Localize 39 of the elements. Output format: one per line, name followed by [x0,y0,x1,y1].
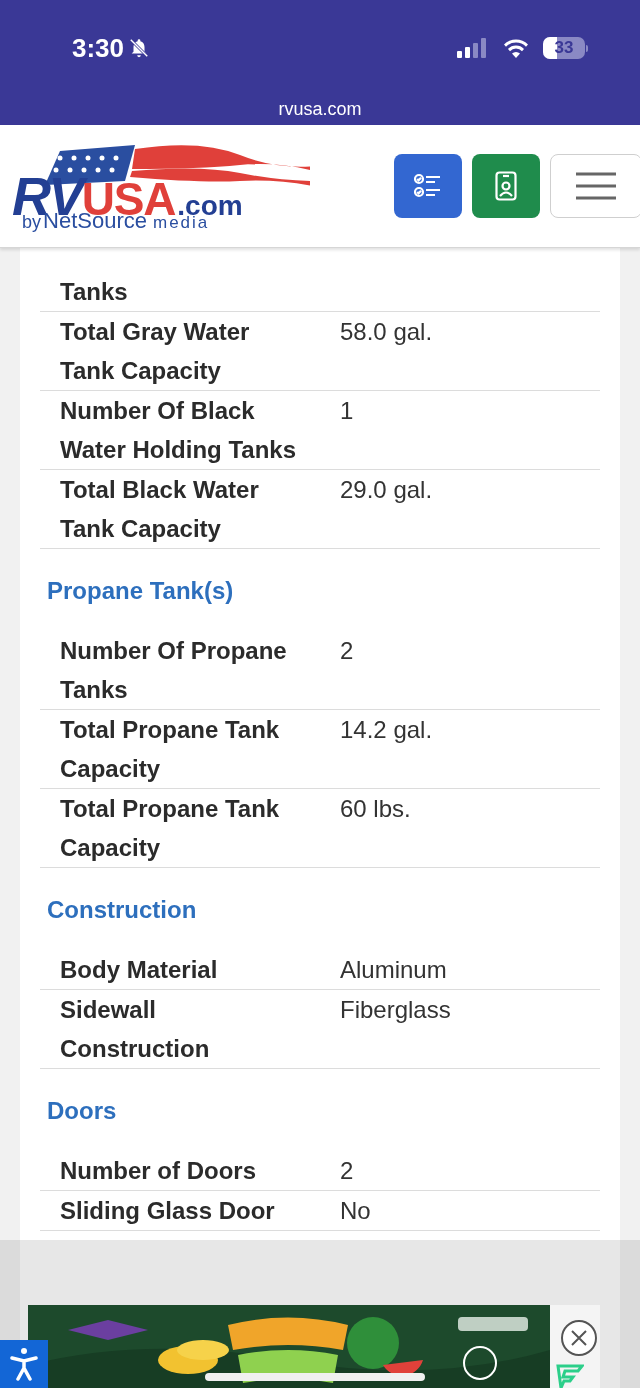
spec-label: Tanks [60,278,128,305]
spec-value: 2 [340,1157,354,1184]
spec-value: 60 lbs. [340,795,411,822]
checklist-icon [414,173,442,199]
wifi-icon [503,38,529,58]
section-heading: Doors [47,1097,117,1124]
spec-label: Total Gray Water Tank Capacity [60,318,250,384]
menu-button[interactable] [550,154,640,218]
spec-label: Body Material [60,956,218,983]
bell-off-icon [128,37,151,59]
spec-value: 2 [340,637,354,664]
spec-value: 1 [340,397,354,424]
spec-value: Aluminum [340,956,447,983]
spec-value: 14.2 gal. [340,716,433,743]
contact-card-button[interactable] [472,154,540,218]
spec-label: Total Black Water Tank Capacity [60,476,259,542]
id-badge-icon [495,171,517,201]
clock: 3:30 [72,31,125,65]
spec-label: Sliding Glass Door [60,1197,275,1224]
spec-value: 29.0 gal. [340,476,433,503]
close-icon [571,1330,587,1346]
spec-label: Number of Doors [60,1157,256,1184]
url-text: rvusa.com [278,98,362,121]
spec-value: Fiberglass [340,996,451,1023]
spec-label: Sidewall Construction [60,996,210,1062]
section-heading: Construction [47,896,197,923]
checklist-button[interactable] [394,154,462,218]
spec-label: Number Of Black Water Holding Tanks [60,397,296,463]
menu-icon [576,171,616,201]
section-heading: Propane Tank(s) [47,577,234,604]
spec-label: Number Of Propane Tanks [60,637,287,703]
accessibility-button[interactable] [0,1340,48,1388]
accessibility-icon [9,1347,39,1381]
spec-value: 58.0 gal. [340,318,433,345]
spec-value: No [340,1197,371,1224]
spec-label: Total Propane Tank Capacity [60,795,280,861]
signal-icon [457,38,489,58]
brand-logo-icon [556,1364,584,1388]
spec-label: Total Propane Tank Capacity [60,716,280,782]
